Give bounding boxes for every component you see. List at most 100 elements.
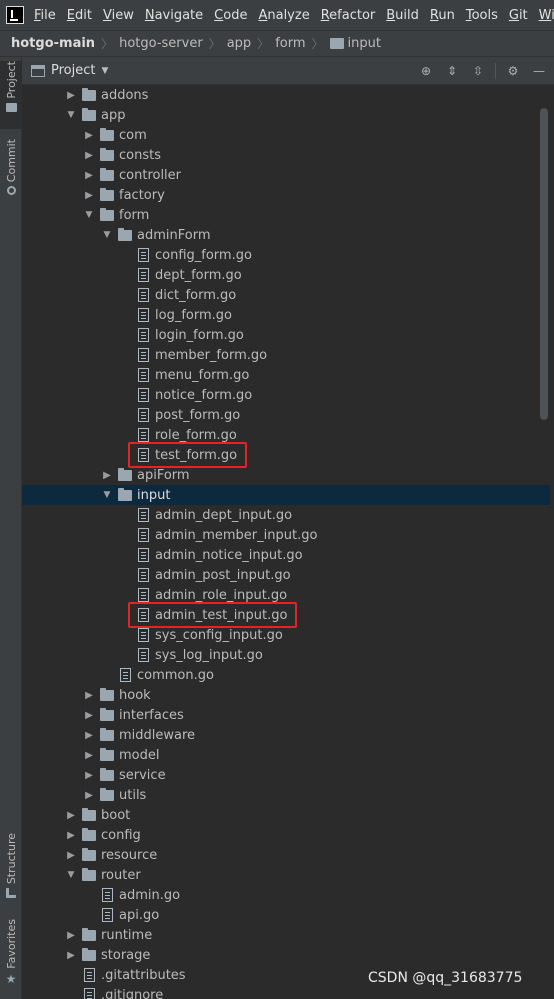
file-icon: [138, 308, 149, 322]
tree-file-row[interactable]: admin_dept_input.go: [22, 505, 550, 525]
tree-folder-row[interactable]: ▶ runtime: [22, 925, 550, 945]
app-logo-icon[interactable]: [6, 6, 24, 24]
breadcrumb-form[interactable]: form: [275, 36, 305, 51]
chevron-right-icon[interactable]: ▶: [82, 705, 96, 725]
menu-analyze[interactable]: Analyze: [258, 8, 309, 23]
chevron-down-icon[interactable]: ▼: [64, 865, 78, 885]
chevron-right-icon[interactable]: ▶: [82, 185, 96, 205]
menu-window[interactable]: Window: [539, 8, 554, 23]
chevron-right-icon[interactable]: ▶: [82, 145, 96, 165]
chevron-right-icon[interactable]: ▶: [82, 125, 96, 145]
breadcrumb-project[interactable]: hotgo-main: [11, 36, 95, 51]
chevron-right-icon[interactable]: ▶: [100, 465, 114, 485]
tool-window-favorites-button[interactable]: Favorites ★: [0, 919, 22, 993]
chevron-down-icon[interactable]: ▼: [64, 105, 78, 125]
tree-file-row[interactable]: admin_post_input.go: [22, 565, 550, 585]
minimize-icon[interactable]: —: [530, 62, 548, 80]
tree-folder-row[interactable]: ▼ form: [22, 205, 550, 225]
tree-file-row[interactable]: notice_form.go: [22, 385, 550, 405]
tree-file-row[interactable]: admin.go: [22, 885, 550, 905]
collapse-all-icon[interactable]: ⇳: [469, 62, 487, 80]
tree-folder-row[interactable]: ▶ middleware: [22, 725, 550, 745]
tree-file-row[interactable]: menu_form.go: [22, 365, 550, 385]
chevron-right-icon[interactable]: ▶: [64, 945, 78, 965]
tree-folder-row[interactable]: ▼ input: [22, 485, 550, 505]
chevron-right-icon[interactable]: ▶: [64, 845, 78, 865]
menu-run[interactable]: Run: [430, 8, 455, 23]
tree-file-row[interactable]: sys_log_input.go: [22, 645, 550, 665]
chevron-down-icon[interactable]: ▼: [82, 205, 96, 225]
tree-file-row[interactable]: common.go: [22, 665, 550, 685]
tree-folder-row[interactable]: ▶ addons: [22, 85, 550, 105]
tree-folder-row[interactable]: ▶ model: [22, 745, 550, 765]
tree-folder-row[interactable]: ▶ controller: [22, 165, 550, 185]
tree-file-row[interactable]: sys_config_input.go: [22, 625, 550, 645]
tree-file-row[interactable]: api.go: [22, 905, 550, 925]
tree-file-row[interactable]: member_form.go: [22, 345, 550, 365]
chevron-right-icon[interactable]: ▶: [64, 85, 78, 105]
chevron-right-icon[interactable]: ▶: [82, 685, 96, 705]
chevron-down-icon[interactable]: ▼: [100, 225, 114, 245]
project-view-selector[interactable]: Project: [51, 63, 95, 78]
locate-icon[interactable]: ⊕: [417, 62, 435, 80]
expand-all-icon[interactable]: ⇕: [443, 62, 461, 80]
tool-window-structure-button[interactable]: Structure: [0, 833, 22, 901]
chevron-right-icon[interactable]: ▶: [82, 165, 96, 185]
chevron-right-icon[interactable]: ▶: [64, 925, 78, 945]
tree-folder-row[interactable]: ▶ config: [22, 825, 550, 845]
tree-folder-row[interactable]: ▶ storage: [22, 945, 550, 965]
breadcrumb-module[interactable]: hotgo-server: [119, 36, 203, 51]
tree-folder-row[interactable]: ▶ apiForm: [22, 465, 550, 485]
menu-tools[interactable]: Tools: [466, 8, 498, 23]
menu-file[interactable]: File: [34, 8, 56, 23]
tree-file-row[interactable]: .gitignore: [22, 985, 550, 999]
chevron-right-icon[interactable]: ▶: [82, 725, 96, 745]
tool-window-commit-button[interactable]: Commit: [0, 139, 22, 199]
tree-folder-row[interactable]: ▶ resource: [22, 845, 550, 865]
tree-folder-row[interactable]: ▶ utils: [22, 785, 550, 805]
chevron-right-icon[interactable]: ▶: [64, 825, 78, 845]
menu-code[interactable]: Code: [214, 8, 247, 23]
tool-window-project-button[interactable]: Project: [0, 61, 22, 129]
chevron-right-icon[interactable]: ▶: [82, 785, 96, 805]
tree-file-row[interactable]: login_form.go: [22, 325, 550, 345]
tree-file-row[interactable]: dept_form.go: [22, 265, 550, 285]
chevron-right-icon[interactable]: ▶: [82, 765, 96, 785]
tool-window-favorites-label: Favorites: [4, 919, 18, 969]
tree-folder-row[interactable]: ▶ com: [22, 125, 550, 145]
chevron-down-icon[interactable]: ▼: [101, 66, 108, 76]
tree-folder-row[interactable]: ▼ app: [22, 105, 550, 125]
tree-file-row[interactable]: config_form.go: [22, 245, 550, 265]
file-icon: [138, 508, 149, 522]
chevron-down-icon[interactable]: ▼: [100, 485, 114, 505]
tree-file-row[interactable]: dict_form.go: [22, 285, 550, 305]
folder-icon: [100, 767, 114, 781]
tree-file-row[interactable]: role_form.go: [22, 425, 550, 445]
tree-folder-row[interactable]: ▶ service: [22, 765, 550, 785]
menu-view[interactable]: View: [103, 8, 134, 23]
tree-folder-row[interactable]: ▼ router: [22, 865, 550, 885]
tree-folder-row[interactable]: ▶ interfaces: [22, 705, 550, 725]
tree-folder-row[interactable]: ▶ hook: [22, 685, 550, 705]
tree-file-row[interactable]: admin_member_input.go: [22, 525, 550, 545]
menu-refactor[interactable]: Refactor: [321, 8, 376, 23]
gear-icon[interactable]: ⚙: [504, 62, 522, 80]
tree-file-row[interactable]: admin_notice_input.go: [22, 545, 550, 565]
tree-file-row[interactable]: post_form.go: [22, 405, 550, 425]
menu-navigate[interactable]: Navigate: [145, 8, 203, 23]
chevron-right-icon[interactable]: ▶: [64, 805, 78, 825]
tree-folder-row[interactable]: ▶ boot: [22, 805, 550, 825]
menu-git[interactable]: Git: [509, 8, 528, 23]
chevron-right-icon[interactable]: ▶: [82, 745, 96, 765]
tool-window-structure-label: Structure: [4, 833, 18, 885]
tree-folder-row[interactable]: ▼ adminForm: [22, 225, 550, 245]
menu-edit[interactable]: Edit: [67, 8, 92, 23]
breadcrumb-app[interactable]: app: [227, 36, 251, 51]
menu-build[interactable]: Build: [386, 8, 419, 23]
tree-scrollbar[interactable]: [540, 108, 548, 420]
breadcrumb-input[interactable]: input: [348, 36, 381, 51]
tree-file-row[interactable]: log_form.go: [22, 305, 550, 325]
tree-folder-row[interactable]: ▶ consts: [22, 145, 550, 165]
tree-file-row[interactable]: test_form.go: [22, 445, 550, 465]
tree-folder-row[interactable]: ▶ factory: [22, 185, 550, 205]
